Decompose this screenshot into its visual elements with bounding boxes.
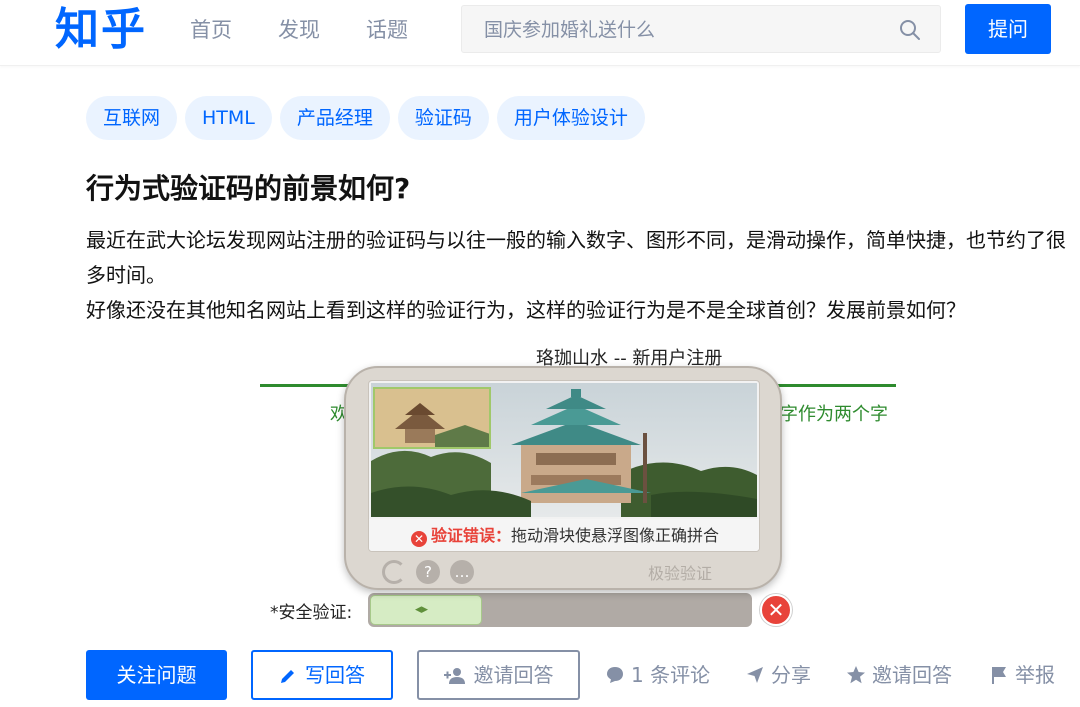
- tag-captcha[interactable]: 验证码: [397, 96, 489, 140]
- captcha-image-frame: ✕ 验证错误：拖动滑块使悬浮图像正确拼合: [368, 380, 760, 552]
- comments-label: 1 条评论: [631, 663, 711, 687]
- tag-internet[interactable]: 互联网: [86, 96, 178, 140]
- ask-question-button[interactable]: 提问: [965, 4, 1051, 54]
- slider-grip-icon: ◂▸: [415, 602, 429, 617]
- search-input[interactable]: [484, 16, 884, 44]
- tag-ux-design[interactable]: 用户体验设计: [496, 96, 645, 140]
- top-header: 知乎 首页 发现 话题 提问: [0, 0, 1080, 66]
- security-verify-label: *安全验证:: [270, 603, 353, 623]
- add-user-icon: [443, 668, 465, 684]
- nav-topics[interactable]: 话题: [366, 16, 408, 44]
- invite-answer-link[interactable]: 邀请回答: [846, 662, 952, 688]
- tag-html[interactable]: HTML: [185, 96, 272, 140]
- report-link[interactable]: 举报: [989, 662, 1055, 688]
- topic-tags: 互联网 HTML 产品经理 验证码 用户体验设计: [86, 96, 645, 140]
- question-title: 行为式验证码的前景如何?: [86, 172, 411, 205]
- search-box: [461, 5, 941, 53]
- captcha-slider-track: ◂▸: [368, 593, 752, 627]
- share-label: 分享: [771, 663, 811, 687]
- report-label: 举报: [1015, 663, 1055, 687]
- write-answer-label: 写回答: [305, 663, 365, 687]
- share-icon: [747, 667, 763, 683]
- error-icon: ✕: [410, 531, 427, 547]
- feedback-icon[interactable]: …: [450, 560, 474, 584]
- write-answer-button[interactable]: 写回答: [251, 650, 393, 700]
- nav-discover[interactable]: 发现: [278, 16, 320, 44]
- captcha-popup: ✕ 验证错误：拖动滑块使悬浮图像正确拼合 ? … 极验验证: [344, 366, 782, 590]
- pencil-icon: [281, 670, 294, 683]
- invite-answer-link-label: 邀请回答: [872, 663, 952, 687]
- puzzle-piece-image: [375, 389, 489, 447]
- question-body-paragraph: 好像还没在其他知名网站上看到这样的验证行为，这样的验证行为是不是全球首创？发展前…: [86, 298, 966, 322]
- question-body: 最近在武大论坛发现网站注册的验证码与以往一般的输入数字、图形不同，是滑动操作，简…: [86, 223, 1066, 328]
- question-body-paragraph: 最近在武大论坛发现网站注册的验证码与以往一般的输入数字、图形不同，是滑动操作，简…: [86, 228, 1066, 287]
- star-icon: [847, 666, 865, 684]
- nav-home[interactable]: 首页: [190, 16, 232, 44]
- invite-answer-button[interactable]: 邀请回答: [417, 650, 580, 700]
- captcha-puzzle-piece[interactable]: [373, 387, 491, 449]
- refresh-icon[interactable]: [382, 560, 406, 584]
- captcha-screenshot-image: 珞珈山水 -- 新用户注册 欢 字作为两个字 *安全验证: ◂▸ ✕ ✕ 验证错…: [258, 340, 898, 636]
- error-detail: 拖动滑块使悬浮图像正确拼合: [511, 526, 720, 545]
- captcha-error-message: ✕ 验证错误：拖动滑块使悬浮图像正确拼合: [369, 519, 759, 551]
- embed-right-text: 字作为两个字: [780, 404, 888, 425]
- follow-question-button[interactable]: 关注问题: [86, 650, 227, 700]
- flag-icon: [992, 667, 1006, 684]
- invite-answer-label: 邀请回答: [473, 663, 554, 687]
- comments-link[interactable]: 1 条评论: [605, 662, 710, 688]
- help-icon[interactable]: ?: [416, 560, 440, 584]
- captcha-toolbar: ? …: [382, 560, 474, 584]
- zhihu-logo[interactable]: 知乎: [55, 2, 147, 58]
- geetest-brand: 极验验证: [648, 564, 713, 583]
- comment-icon: [607, 667, 623, 683]
- error-title: 验证错误：: [430, 526, 511, 545]
- slider-error-icon[interactable]: ✕: [760, 594, 792, 626]
- captcha-slider-handle[interactable]: ◂▸: [370, 595, 482, 625]
- tag-product-manager[interactable]: 产品经理: [279, 96, 390, 140]
- search-icon[interactable]: [898, 18, 922, 42]
- question-action-bar: 关注问题 写回答 邀请回答 1 条评论 分享 邀请回答 举报: [86, 650, 1080, 700]
- share-link[interactable]: 分享: [745, 662, 811, 688]
